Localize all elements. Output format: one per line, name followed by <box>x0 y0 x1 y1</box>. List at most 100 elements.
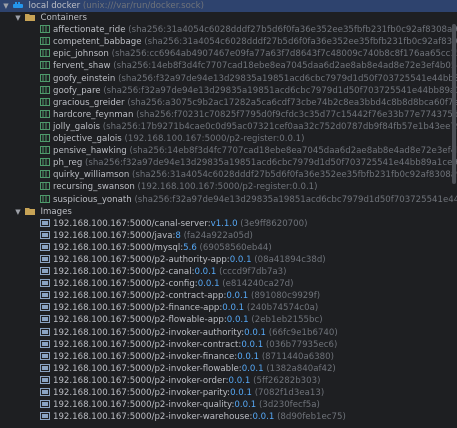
image-repo: 192.168.100.167:5000/canal-server: <box>53 218 211 229</box>
container-name: quirky_williamson <box>53 170 130 181</box>
image-tag: 0.0.1 <box>228 375 251 386</box>
image-tag: 0.0.1 <box>194 267 217 278</box>
image-item[interactable]: 192.168.100.167:5000/p2-authority-app:0.… <box>0 254 457 266</box>
image-icon <box>40 267 50 276</box>
image-item[interactable]: 192.168.100.167:5000/p2-invoker-authorit… <box>0 327 457 339</box>
containers-list: affectionate_ride (sha256:31a4054c6028dd… <box>0 24 457 205</box>
vertical-scrollbar[interactable] <box>451 0 456 428</box>
container-name: fervent_shaw <box>53 61 111 72</box>
container-detail: (sha256:f32a97de94e13d29835a19851acd6cbc… <box>85 158 457 169</box>
image-hash: (240b74574c0a) <box>246 303 319 314</box>
chevron-down-icon[interactable]: ▼ <box>14 12 22 24</box>
image-repo: 192.168.100.167:5000/p2-finance-app: <box>53 303 223 314</box>
image-item[interactable]: 192.168.100.167:5000/mysql:5.6 (69058560… <box>0 242 457 254</box>
container-item[interactable]: goofy_pare (sha256:f32a97de94e13d29835a1… <box>0 85 457 97</box>
container-item[interactable]: goofy_einstein (sha256:f32a97de94e13d298… <box>0 73 457 85</box>
chevron-down-icon[interactable]: ▼ <box>2 0 10 12</box>
container-icon <box>40 97 50 106</box>
container-icon <box>40 25 50 34</box>
image-item[interactable]: 192.168.100.167:5000/p2-invoker-warehous… <box>0 411 457 423</box>
container-detail: (sha256:14eb8f3d4fc7707cad18ebe8ea7045da… <box>129 146 457 157</box>
image-item[interactable]: 192.168.100.167:5000/p2-invoker-finance:… <box>0 351 457 363</box>
image-repo: 192.168.100.167:5000/p2-canal: <box>53 267 195 278</box>
container-icon <box>40 170 50 179</box>
image-repo: 192.168.100.167:5000/p2-invoker-quality: <box>53 400 235 411</box>
container-name: ph_reg <box>53 158 83 169</box>
container-item[interactable]: recursing_swanson (192.168.100.167:5000/… <box>0 181 457 193</box>
image-hash: (3e9ff8620700) <box>240 218 308 229</box>
image-item[interactable]: 192.168.100.167:5000/p2-config:0.0.1 (e8… <box>0 278 457 290</box>
image-repo: 192.168.100.167:5000/p2-invoker-authorit… <box>53 327 245 338</box>
image-tag: 0.0.1 <box>226 291 249 302</box>
image-icon <box>40 315 50 324</box>
container-item[interactable]: gracious_greider (sha256:a3075c9b2ac1728… <box>0 97 457 109</box>
image-tag: 0.0.1 <box>230 388 252 398</box>
container-item[interactable]: ph_reg (sha256:f32a97de94e13d29835a19851… <box>0 157 457 169</box>
image-repo: 192.168.100.167:5000/mysql: <box>53 242 184 253</box>
image-repo: 192.168.100.167:5000/java: <box>53 230 176 241</box>
image-hash: (08a41894c38d) <box>254 254 326 265</box>
container-detail: (192.168.100.167:5000/p2-register:0.0.1) <box>137 182 318 193</box>
container-icon <box>40 73 50 82</box>
image-item[interactable]: 192.168.100.167:5000/p2-invoker-order:0.… <box>0 375 457 387</box>
image-item[interactable]: 192.168.100.167:5000/p2-finance-app:0.0.… <box>0 302 457 314</box>
image-icon <box>40 291 50 300</box>
container-item[interactable]: affectionate_ride (sha256:31a4054c6028dd… <box>0 24 457 36</box>
container-icon <box>40 61 50 70</box>
image-hash: (69058560eb44) <box>199 242 272 253</box>
container-item[interactable]: hardcore_feynman (sha256:f70231c70825f77… <box>0 109 457 121</box>
container-detail: (sha256:31a4054c6028dddf27b5d6f0fa36e352… <box>144 37 457 48</box>
image-repo: 192.168.100.167:5000/p2-contract-app: <box>53 291 227 302</box>
image-hash: (3d230fecf5a) <box>259 400 320 411</box>
image-item[interactable]: 192.168.100.167:5000/p2-invoker-contract… <box>0 339 457 351</box>
connection-node[interactable]: ▼ local docker (unix:///var/run/docker.s… <box>0 0 457 13</box>
image-item[interactable]: 192.168.100.167:5000/p2-invoker-flowable… <box>0 363 457 375</box>
image-icon <box>40 254 50 263</box>
image-item[interactable]: 192.168.100.167:5000/p2-canal:0.0.1 (ccc… <box>0 266 457 278</box>
images-list: 192.168.100.167:5000/canal-server:v1.1.0… <box>0 218 457 424</box>
image-icon <box>40 388 50 396</box>
container-name: pensive_hawking <box>53 146 127 157</box>
container-item[interactable]: jolly_galois (sha256:17b9271b4cae0c0d95a… <box>0 121 457 133</box>
container-item[interactable]: fervent_shaw (sha256:14eb8f3d4fc7707cad1… <box>0 60 457 72</box>
image-hash: (e814240ca27d) <box>222 279 294 290</box>
container-icon <box>40 85 50 94</box>
image-icon <box>40 242 50 251</box>
container-item[interactable]: objective_galois (192.168.100.167:5000/p… <box>0 133 457 145</box>
container-detail: (sha256:cc6964ab4907467e09fa77a63f7d8643… <box>111 49 457 60</box>
chevron-down-icon[interactable]: ▼ <box>14 206 22 218</box>
container-item[interactable]: competent_babbage (sha256:31a4054c6028dd… <box>0 36 457 48</box>
container-icon <box>40 49 50 58</box>
container-item[interactable]: quirky_williamson (sha256:31a4054c6028dd… <box>0 169 457 181</box>
images-node[interactable]: ▼ Images <box>0 206 457 218</box>
image-repo: 192.168.100.167:5000/p2-flowable-app: <box>53 315 227 326</box>
image-tag: 0.0.1 <box>197 279 220 290</box>
container-icon <box>40 134 50 143</box>
image-tag: v1.1.0 <box>210 218 238 229</box>
container-item[interactable]: epic_johnson (sha256:cc6964ab4907467e09f… <box>0 48 457 60</box>
image-tag: 0.0.1 <box>252 412 275 423</box>
image-item[interactable]: 192.168.100.167:5000/p2-flowable-app:0.0… <box>0 314 457 326</box>
image-hash: (66fc9e1b6740) <box>268 327 338 338</box>
image-item[interactable]: 192.168.100.167:5000/p2-invoker-parity:0… <box>0 387 457 399</box>
image-tag: 0.0.1 <box>226 315 249 326</box>
container-item[interactable]: pensive_hawking (sha256:14eb8f3d4fc7707c… <box>0 145 457 157</box>
image-icon <box>40 400 50 409</box>
container-item[interactable]: suspicious_yonath (sha256:f32a97de94e13d… <box>0 194 457 206</box>
image-repo: 192.168.100.167:5000/p2-invoker-warehous… <box>53 412 253 423</box>
image-item[interactable]: 192.168.100.167:5000/p2-contract-app:0.0… <box>0 290 457 302</box>
image-icon <box>40 339 50 348</box>
image-item[interactable]: 192.168.100.167:5000/canal-server:v1.1.0… <box>0 218 457 230</box>
container-icon <box>40 182 50 191</box>
containers-node[interactable]: ▼ Containers <box>0 12 457 24</box>
container-icon <box>40 37 50 46</box>
image-item[interactable]: 192.168.100.167:5000/p2-invoker-quality:… <box>0 399 457 411</box>
image-icon <box>40 412 50 421</box>
container-name: goofy_einstein <box>53 73 116 84</box>
image-tag: 0.0.1 <box>229 254 252 265</box>
container-detail: (sha256:f70231c70825f7795d0f9cfdc3c35d77… <box>136 109 457 120</box>
image-hash: (5ff26282b303) <box>253 375 321 386</box>
scrollbar-thumb[interactable] <box>452 24 456 184</box>
image-icon <box>40 327 50 336</box>
image-item[interactable]: 192.168.100.167:5000/java:8 (fa24a922a05… <box>0 230 457 242</box>
